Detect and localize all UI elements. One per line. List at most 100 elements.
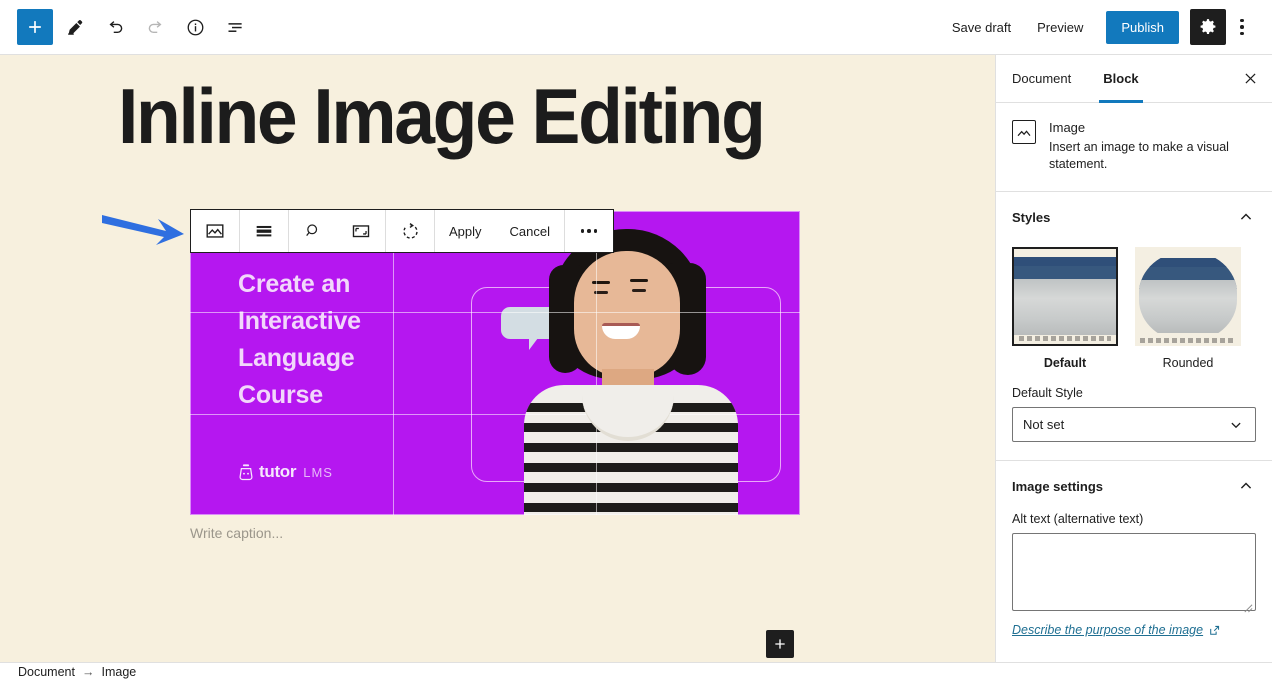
portrait-photo — [516, 229, 746, 515]
undo-button[interactable] — [97, 9, 133, 45]
zoom-icon — [306, 224, 318, 237]
aspect-ratio-button[interactable] — [337, 210, 385, 252]
gear-icon — [1200, 19, 1216, 34]
styles-panel-title: Styles — [1012, 209, 1051, 225]
gutenberg-editor: Save draft Preview Publish Inline Image … — [0, 0, 1272, 680]
toolbar-group-more — [565, 210, 613, 252]
image-settings-panel: Image settings Alt text (alternative tex… — [996, 460, 1272, 657]
tools-pen-button[interactable] — [57, 9, 93, 45]
default-style-select[interactable]: Not set — [1012, 407, 1256, 442]
aspect-ratio-icon — [352, 225, 370, 238]
toolbar-group-rotate — [386, 210, 435, 252]
block-info-card: Image Insert an image to make a visual s… — [996, 103, 1272, 191]
image-settings-title: Image settings — [1012, 478, 1104, 494]
image-crop-frame[interactable]: Create an Interactive Language Course tu… — [190, 211, 800, 515]
image-editing-toolbar: Apply Cancel — [190, 209, 614, 253]
crop-grid-line — [190, 312, 800, 313]
block-inserter-button[interactable] — [17, 9, 53, 45]
image-settings-header[interactable]: Image settings — [1012, 476, 1256, 496]
publish-button[interactable]: Publish — [1106, 10, 1179, 44]
breadcrumb-item-document[interactable]: Document — [18, 665, 75, 679]
top-bar-right-actions: Save draft Preview Publish — [939, 9, 1272, 45]
toolbar-more-options-button[interactable] — [565, 210, 613, 252]
external-link-icon — [1210, 625, 1220, 635]
alt-text-field-wrapper — [1012, 533, 1256, 616]
align-button[interactable] — [240, 210, 288, 252]
chevron-up-icon — [1240, 482, 1252, 489]
toolbar-group-actions: Apply Cancel — [435, 210, 565, 252]
brand-suffix: LMS — [303, 464, 333, 480]
tutor-mark-icon — [239, 463, 253, 480]
styles-panel: Styles Default Rounded Default Style Not… — [996, 191, 1272, 460]
close-icon — [1244, 73, 1256, 84]
list-view-button[interactable] — [217, 9, 253, 45]
rotate-button[interactable] — [386, 210, 434, 252]
style-thumbnail — [1135, 247, 1241, 346]
apply-button[interactable]: Apply — [435, 210, 496, 252]
describe-image-link-text: Describe the purpose of the image — [1012, 623, 1204, 637]
style-option-rounded[interactable]: Rounded — [1135, 247, 1241, 370]
breadcrumb-item-image[interactable]: Image — [101, 665, 136, 679]
tab-document[interactable]: Document — [996, 55, 1087, 102]
info-icon — [187, 19, 203, 35]
block-card-title: Image — [1049, 120, 1086, 135]
style-label: Rounded — [1162, 356, 1214, 370]
image-block-type-button[interactable] — [191, 210, 239, 252]
post-title[interactable]: Inline Image Editing — [118, 73, 766, 159]
tutor-lms-logo: tutor LMS — [238, 462, 333, 482]
editor-top-bar: Save draft Preview Publish — [0, 0, 1272, 55]
chevron-up-icon — [1240, 213, 1252, 220]
top-bar-left-tools — [0, 9, 253, 45]
sidebar-tabs: Document Block — [996, 55, 1272, 103]
block-card-text: Image Insert an image to make a visual s… — [1049, 120, 1256, 173]
brand-name: tutor — [259, 462, 297, 481]
image-icon — [206, 224, 224, 238]
close-sidebar-button[interactable] — [1228, 55, 1272, 102]
describe-image-link[interactable]: Describe the purpose of the image — [1012, 623, 1221, 637]
settings-gear-button[interactable] — [1190, 9, 1226, 45]
image-block[interactable]: Create an Interactive Language Course tu… — [190, 211, 800, 541]
alt-text-label: Alt text (alternative text) — [1012, 512, 1144, 526]
breadcrumb: Document → Image — [0, 662, 1272, 680]
block-card-description: Insert an image to make a visual stateme… — [1049, 140, 1229, 171]
rotate-icon — [402, 222, 418, 239]
toolbar-group-crop-tools — [289, 210, 386, 252]
alt-text-input[interactable] — [1012, 533, 1256, 611]
image-caption-input[interactable]: Write caption... — [190, 525, 800, 541]
default-style-value: Not set — [1023, 417, 1065, 432]
image-content: Create an Interactive Language Course tu… — [190, 211, 800, 515]
crop-grid-line — [393, 211, 394, 515]
styles-panel-header[interactable]: Styles — [1012, 207, 1256, 227]
align-center-icon — [256, 225, 272, 237]
kebab-icon — [1240, 18, 1244, 36]
details-info-button[interactable] — [177, 9, 213, 45]
style-variations-list: Default Rounded — [1012, 247, 1256, 370]
cancel-button[interactable]: Cancel — [495, 210, 564, 252]
block-appender-button[interactable] — [766, 630, 794, 658]
chevron-down-icon — [1231, 422, 1241, 428]
plus-icon — [29, 21, 41, 33]
default-style-label: Default Style — [1012, 386, 1083, 400]
undo-icon — [109, 20, 122, 33]
promo-headline: Create an Interactive Language Course — [238, 270, 361, 409]
crop-grid-line — [190, 414, 800, 415]
pencil-icon — [67, 19, 82, 35]
preview-button[interactable]: Preview — [1024, 12, 1096, 43]
style-option-default[interactable]: Default — [1012, 247, 1118, 370]
tab-block[interactable]: Block — [1087, 55, 1154, 103]
list-view-icon — [228, 22, 242, 32]
editor-canvas: Inline Image Editing Create an Interacti… — [0, 55, 995, 662]
annotation-arrow-icon — [102, 215, 184, 245]
style-label: Default — [1043, 356, 1087, 370]
save-draft-button[interactable]: Save draft — [939, 12, 1024, 43]
zoom-button[interactable] — [289, 210, 337, 252]
crop-grid-line — [596, 211, 597, 515]
redo-button[interactable] — [137, 9, 173, 45]
toolbar-group-block-type — [191, 210, 240, 252]
settings-sidebar: Document Block Image Insert an image to … — [995, 55, 1272, 662]
image-icon — [1012, 120, 1036, 144]
plus-icon — [775, 639, 785, 649]
toolbar-group-align — [240, 210, 289, 252]
redo-icon — [148, 20, 161, 33]
more-options-button[interactable] — [1226, 9, 1258, 45]
